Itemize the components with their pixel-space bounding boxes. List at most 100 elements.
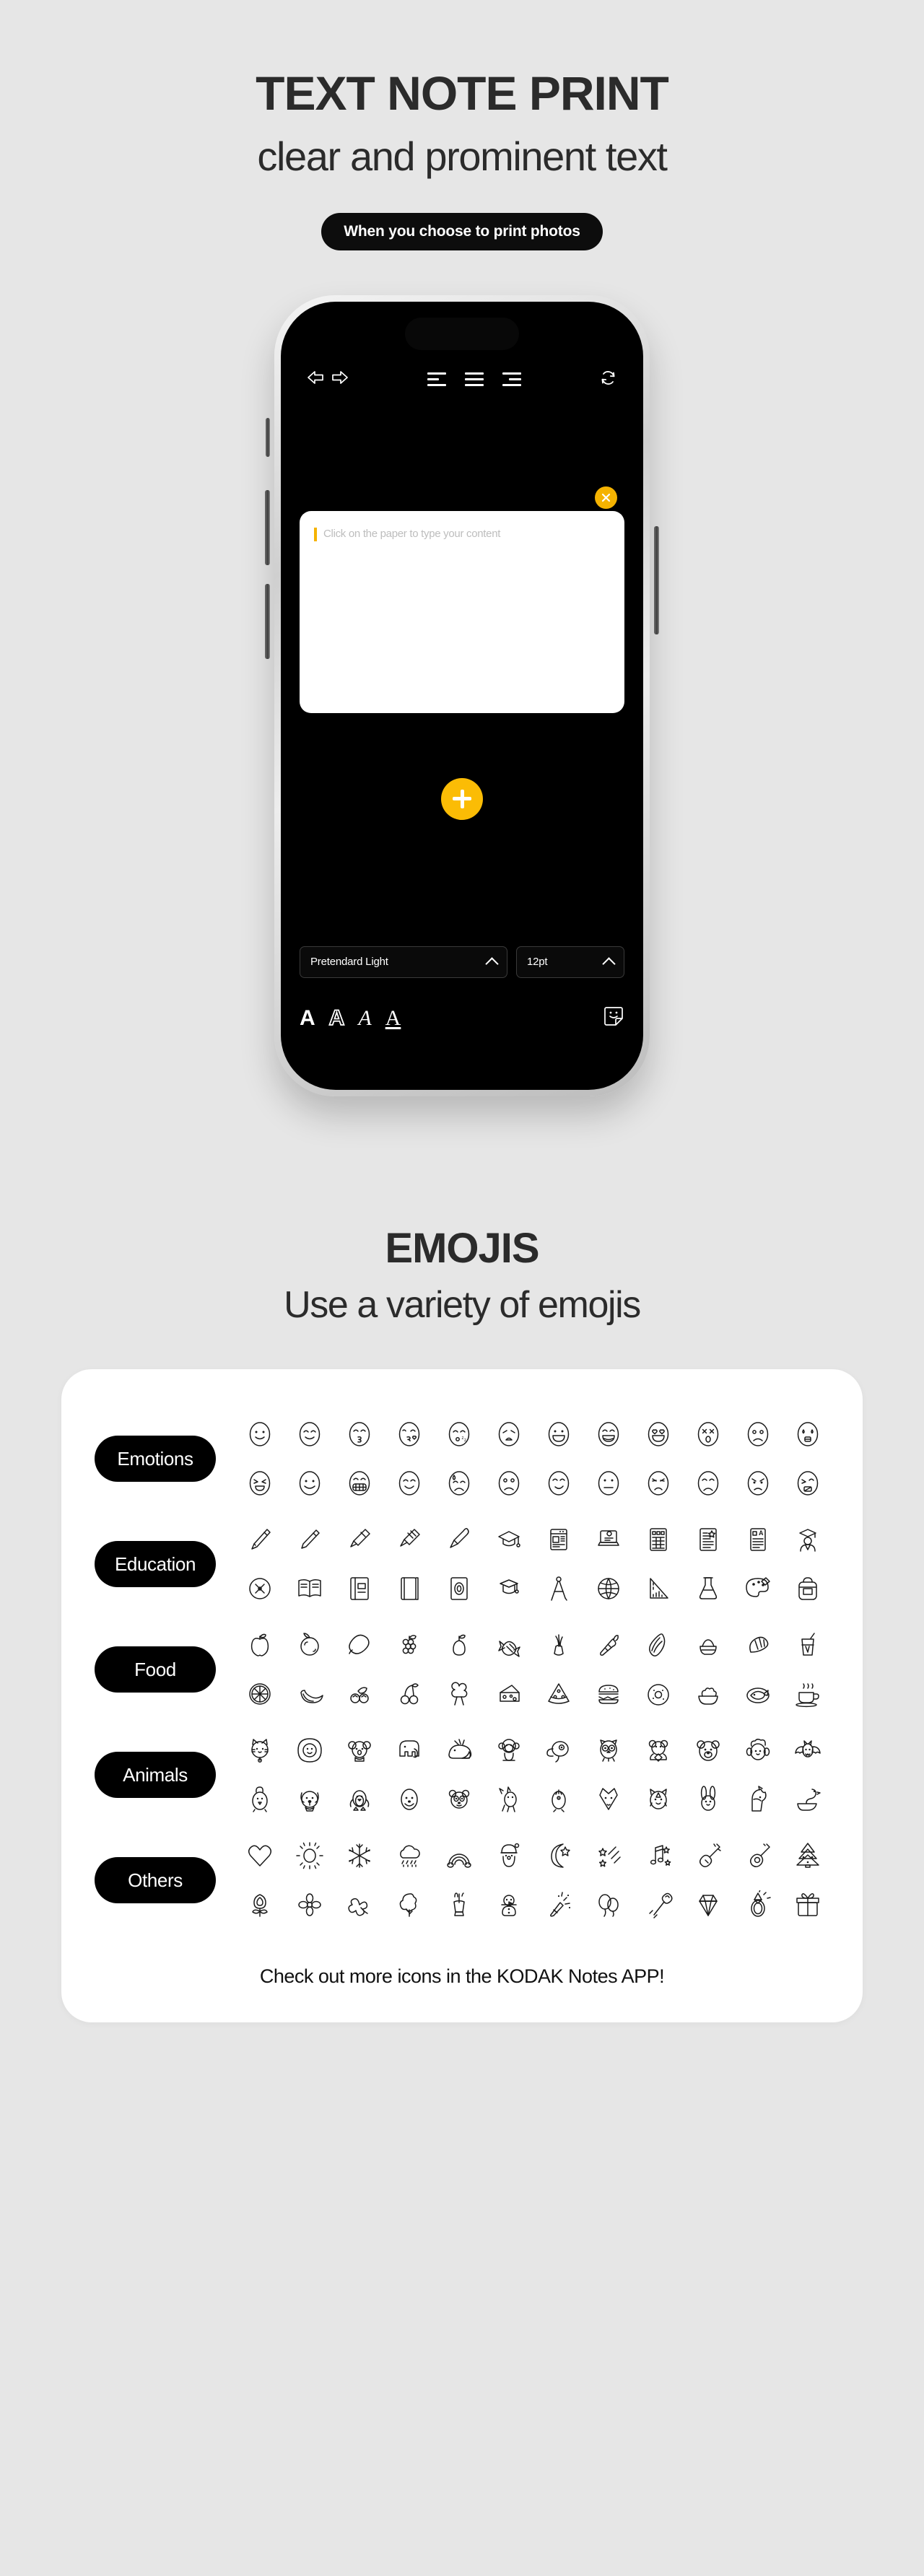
pencil-icon[interactable] <box>284 1518 334 1561</box>
globe-icon[interactable] <box>583 1567 633 1610</box>
koala-icon[interactable] <box>334 1729 384 1772</box>
teeth-grin-face-icon[interactable] <box>334 1462 384 1505</box>
silence-switch[interactable] <box>266 417 270 457</box>
drink-glass-icon[interactable] <box>783 1623 832 1667</box>
banana-icon[interactable] <box>284 1672 334 1716</box>
candy-icon[interactable] <box>484 1623 533 1667</box>
panda-icon[interactable] <box>434 1778 484 1821</box>
closed-book-icon[interactable] <box>384 1567 434 1610</box>
close-note-button[interactable] <box>595 486 617 509</box>
align-right-icon[interactable] <box>502 372 521 387</box>
horse-icon[interactable] <box>733 1778 783 1821</box>
rabbit-icon[interactable] <box>683 1778 733 1821</box>
kiss-face-icon[interactable] <box>334 1413 384 1456</box>
toucan-icon[interactable] <box>533 1729 583 1772</box>
outline-text-button[interactable]: A <box>328 1006 345 1029</box>
category-chip-food[interactable]: Food <box>95 1646 216 1693</box>
frown-face-icon[interactable] <box>484 1462 533 1505</box>
apple-icon[interactable] <box>235 1623 284 1667</box>
sleepy-face-icon[interactable]: zz <box>434 1413 484 1456</box>
snowman-icon[interactable] <box>484 1883 533 1926</box>
cheese-icon[interactable] <box>484 1672 533 1716</box>
highlighter-icon[interactable] <box>384 1518 434 1561</box>
snowflake-icon[interactable] <box>334 1834 384 1877</box>
align-center-icon[interactable] <box>464 372 484 387</box>
carrot-icon[interactable] <box>583 1623 633 1667</box>
backpack-icon[interactable] <box>783 1567 832 1610</box>
tree-icon[interactable] <box>384 1883 434 1926</box>
flask-icon[interactable] <box>683 1567 733 1610</box>
distress-face-icon[interactable] <box>633 1462 683 1505</box>
smile-face-icon[interactable] <box>235 1413 284 1456</box>
open-book-icon[interactable] <box>284 1567 334 1610</box>
sleep-face-icon[interactable] <box>783 1462 832 1505</box>
category-chip-others[interactable]: Others <box>95 1857 216 1904</box>
laugh-face-icon[interactable] <box>583 1413 633 1456</box>
coffee-cup-icon[interactable] <box>783 1672 832 1716</box>
underline-text-button[interactable]: A <box>385 1007 401 1029</box>
corn-icon[interactable] <box>633 1623 683 1667</box>
bat-icon[interactable] <box>783 1729 832 1772</box>
shooting-stars-icon[interactable] <box>583 1834 633 1877</box>
cherries-icon[interactable] <box>384 1672 434 1716</box>
penguin-icon[interactable] <box>334 1778 384 1821</box>
redo-arrow-icon[interactable] <box>330 370 349 388</box>
orange-slice-icon[interactable] <box>235 1672 284 1716</box>
heart-icon[interactable] <box>235 1834 284 1877</box>
category-chip-animals[interactable]: Animals <box>95 1752 216 1799</box>
angry-face-icon[interactable] <box>733 1462 783 1505</box>
font-size-select[interactable]: 12pt <box>516 946 624 978</box>
document-page-icon[interactable] <box>533 1518 583 1561</box>
swan-icon[interactable] <box>783 1778 832 1821</box>
cry-sweat-face-icon[interactable] <box>434 1462 484 1505</box>
orange-icon[interactable] <box>284 1623 334 1667</box>
seal-icon[interactable] <box>384 1778 434 1821</box>
fountain-pen-icon[interactable] <box>235 1518 284 1561</box>
category-chip-education[interactable]: Education <box>95 1541 216 1588</box>
balloons-icon[interactable] <box>583 1883 633 1926</box>
burger-icon[interactable] <box>583 1672 633 1716</box>
volume-up-button[interactable] <box>265 489 270 565</box>
blush-face-icon[interactable] <box>384 1462 434 1505</box>
sheep-icon[interactable] <box>733 1729 783 1772</box>
graduation-cap-icon[interactable] <box>484 1518 533 1561</box>
music-notes-icon[interactable] <box>633 1834 683 1877</box>
rainbow-icon[interactable] <box>434 1834 484 1877</box>
certificate-icon[interactable] <box>683 1518 733 1561</box>
italic-text-button[interactable]: A <box>358 1007 371 1029</box>
worried-face-icon[interactable] <box>484 1413 533 1456</box>
chicken-icon[interactable] <box>235 1778 284 1821</box>
acoustic-guitar-icon[interactable] <box>733 1834 783 1877</box>
diploma-book-icon[interactable] <box>434 1567 484 1610</box>
heart-eyes-face-icon[interactable] <box>633 1413 683 1456</box>
notebook-icon[interactable] <box>334 1567 384 1610</box>
grapes-icon[interactable] <box>384 1623 434 1667</box>
blueberries-icon[interactable] <box>334 1672 384 1716</box>
bear-cub-icon[interactable] <box>633 1729 683 1772</box>
chick-icon[interactable] <box>533 1778 583 1821</box>
bagel-icon[interactable] <box>633 1672 683 1716</box>
elephant-icon[interactable] <box>384 1729 434 1772</box>
ring-icon[interactable] <box>733 1883 783 1926</box>
paintbrush-icon[interactable] <box>434 1518 484 1561</box>
report-card-icon[interactable]: A <box>733 1518 783 1561</box>
font-family-select[interactable]: Pretendard Light <box>300 946 507 978</box>
croissant-icon[interactable] <box>733 1623 783 1667</box>
tiger-icon[interactable] <box>633 1778 683 1821</box>
deer-icon[interactable] <box>484 1778 533 1821</box>
kiss-heart-face-icon[interactable] <box>384 1413 434 1456</box>
dizzy-face-icon[interactable] <box>683 1413 733 1456</box>
fish-plate-icon[interactable] <box>733 1672 783 1716</box>
rain-cloud-icon[interactable] <box>384 1834 434 1877</box>
bear-icon[interactable] <box>683 1729 733 1772</box>
power-button[interactable] <box>654 525 659 634</box>
dog-icon[interactable] <box>284 1778 334 1821</box>
magic-wand-icon[interactable] <box>633 1883 683 1926</box>
marker-icon[interactable] <box>334 1518 384 1561</box>
laptop-lesson-icon[interactable] <box>583 1518 633 1561</box>
palette-icon[interactable] <box>733 1567 783 1610</box>
santa-icon[interactable] <box>484 1834 533 1877</box>
salad-bowl-icon[interactable] <box>683 1672 733 1716</box>
whale-icon[interactable] <box>434 1729 484 1772</box>
party-popper-icon[interactable] <box>533 1883 583 1926</box>
